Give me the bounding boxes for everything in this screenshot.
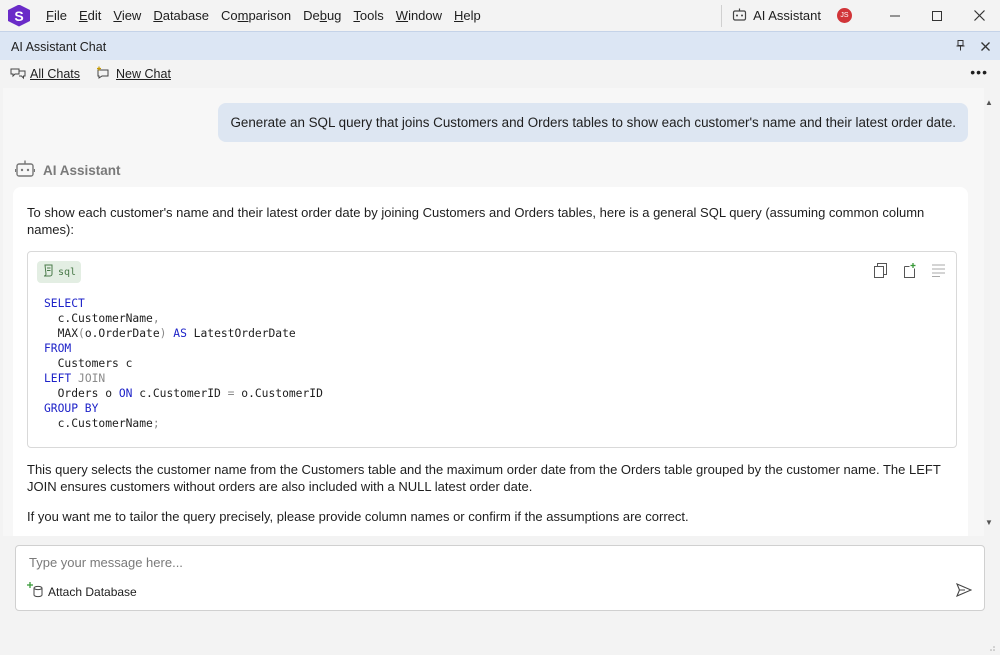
chat-history: Generate an SQL query that joins Custome…	[3, 88, 984, 536]
user-message: Generate an SQL query that joins Custome…	[218, 103, 968, 142]
code-token: ON	[118, 387, 133, 400]
menu-help[interactable]: Help	[448, 0, 487, 31]
code-language-badge: sql	[37, 261, 82, 283]
code-line: GROUP BY	[44, 401, 323, 416]
code-line: SELECT	[44, 296, 323, 311]
code-token: o.OrderDate	[84, 327, 160, 340]
menu-tools[interactable]: Tools	[347, 0, 389, 31]
code-line: c.CustomerName,	[44, 311, 323, 326]
code-actions	[874, 263, 946, 281]
code-token: Orders o	[44, 387, 119, 400]
user-avatar[interactable]: JS	[837, 8, 852, 23]
code-token: LatestOrderDate	[186, 327, 296, 340]
code-line: Customers c	[44, 356, 323, 371]
code-token: c.CustomerID	[132, 387, 228, 400]
menu-debug[interactable]: Debug	[297, 0, 347, 31]
title-bar: S File Edit View Database Comparison Deb…	[0, 0, 1000, 31]
panel-header: AI Assistant Chat	[0, 31, 1000, 61]
chat-scrollbar[interactable]	[986, 112, 995, 512]
pin-icon[interactable]	[956, 39, 965, 54]
ai-assistant-label: AI Assistant	[753, 8, 821, 23]
title-bar-right: AI Assistant JS	[721, 0, 1000, 31]
code-line: c.CustomerName;	[44, 416, 323, 431]
code-token: o.CustomerID	[234, 387, 323, 400]
attach-database-button[interactable]: Attach Database	[27, 582, 137, 601]
new-chat-icon	[96, 66, 112, 83]
send-icon[interactable]	[955, 582, 973, 600]
code-token: AS	[166, 327, 187, 340]
chat-toolbar: All Chats New Chat •••	[0, 60, 1000, 88]
code-token: Customers c	[44, 357, 133, 370]
new-chat-button[interactable]: New Chat	[96, 66, 171, 83]
execute-icon[interactable]	[931, 263, 946, 281]
close-icon	[973, 10, 985, 21]
script-icon	[42, 264, 55, 280]
ai-assistant-button[interactable]: AI Assistant	[732, 8, 821, 24]
code-token: ,	[152, 312, 160, 325]
copy-icon[interactable]	[874, 263, 888, 281]
menu-view[interactable]: View	[107, 0, 147, 31]
menu-bar: File Edit View Database Comparison Debug…	[40, 0, 487, 31]
code-line: MAX(o.OrderDate) AS LatestOrderDate	[44, 326, 323, 341]
assistant-header: AI Assistant	[14, 160, 121, 181]
code-token: MAX	[44, 327, 79, 340]
resize-grip-icon[interactable]	[986, 640, 996, 651]
assistant-explanation-text: This query selects the customer name fro…	[27, 462, 941, 494]
assistant-intro-text: To show each customer's name and their l…	[27, 205, 925, 237]
divider	[721, 4, 723, 27]
menu-window[interactable]: Window	[390, 0, 448, 31]
code-token: (	[78, 327, 85, 340]
maximize-button[interactable]	[916, 0, 958, 31]
app-logo-icon: S	[8, 4, 30, 27]
close-window-button[interactable]	[958, 0, 1000, 31]
code-line: Orders o ON c.CustomerID = o.CustomerID	[44, 386, 323, 401]
code-token: ;	[152, 417, 160, 430]
code-token: GROUP BY	[44, 402, 99, 415]
scroll-down-arrow-icon[interactable]: ▼	[985, 518, 993, 527]
all-chats-label: All Chats	[30, 67, 81, 81]
attach-database-label: Attach Database	[48, 584, 137, 599]
code-line: LEFT JOIN	[44, 371, 323, 386]
assistant-message: To show each customer's name and their l…	[13, 187, 968, 536]
robot-icon	[14, 160, 36, 181]
code-language-label: sql	[58, 266, 77, 278]
sql-code: SELECT c.CustomerName, MAX(o.OrderDate) …	[44, 296, 323, 431]
chats-icon	[10, 66, 26, 83]
code-token: c.CustomerName	[44, 417, 153, 430]
close-panel-icon[interactable]	[981, 40, 990, 54]
insert-into-document-icon[interactable]	[902, 263, 917, 281]
minimize-button[interactable]	[874, 0, 916, 31]
menu-comparison[interactable]: Comparison	[215, 0, 297, 31]
code-line: FROM	[44, 341, 323, 356]
scroll-up-arrow-icon[interactable]: ▲	[985, 98, 993, 107]
code-token: SELECT	[44, 297, 85, 310]
new-chat-label: New Chat	[116, 67, 171, 81]
maximize-icon	[932, 10, 942, 21]
code-token: c.CustomerName	[44, 312, 153, 325]
message-composer: Attach Database	[15, 545, 985, 611]
more-options-icon[interactable]: •••	[970, 64, 988, 80]
menu-edit[interactable]: Edit	[73, 0, 107, 31]
code-token: JOIN	[71, 372, 106, 385]
minimize-icon	[890, 15, 900, 16]
message-input[interactable]	[27, 554, 931, 571]
panel-title: AI Assistant Chat	[11, 39, 107, 54]
code-block: sql SELECT c.CustomerName, MAX(o.OrderDa…	[27, 251, 957, 448]
assistant-name: AI Assistant	[43, 163, 121, 178]
all-chats-button[interactable]: All Chats	[10, 66, 80, 83]
menu-file[interactable]: File	[40, 0, 73, 31]
code-token: LEFT	[44, 372, 72, 385]
attach-database-icon	[27, 582, 45, 601]
menu-database[interactable]: Database	[147, 0, 215, 31]
panel-controls	[956, 32, 990, 61]
code-token: FROM	[44, 342, 72, 355]
robot-icon	[732, 8, 747, 24]
assistant-followup-text: If you want me to tailor the query preci…	[27, 509, 689, 524]
